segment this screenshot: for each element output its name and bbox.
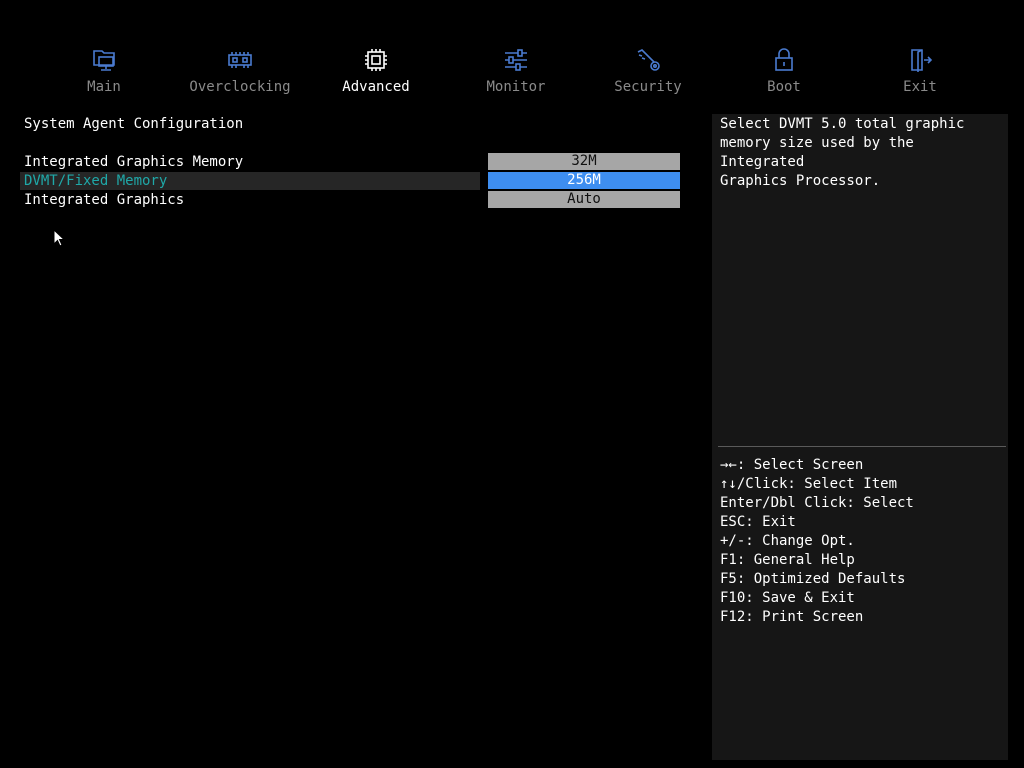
key-icon [634, 46, 662, 74]
tab-overclocking[interactable]: Overclocking [180, 44, 300, 95]
key-hint: F12: Print Screen [720, 609, 864, 625]
key-hint: F10: Save & Exit [720, 590, 855, 606]
mouse-pointer-icon [53, 228, 66, 249]
help-description: Select DVMT 5.0 total graphic memory siz… [720, 116, 965, 189]
key-hint: F1: General Help [720, 552, 855, 568]
key-hint: Enter/Dbl Click: Select [720, 495, 914, 511]
bios-screen: Main Overclocking Advanced Monitor Secur… [0, 0, 1024, 768]
chip-icon [362, 46, 390, 74]
tab-label: Boot [767, 79, 801, 95]
setting-label: DVMT/Fixed Memory [24, 173, 168, 189]
tab-monitor[interactable]: Monitor [456, 44, 576, 95]
tab-boot[interactable]: Boot [724, 44, 844, 95]
help-divider [718, 446, 1006, 447]
door-exit-icon [906, 46, 934, 74]
tab-label: Overclocking [189, 79, 291, 95]
tab-label: Exit [903, 79, 937, 95]
computer-icon [90, 46, 118, 74]
key-hint: F5: Optimized Defaults [720, 571, 906, 587]
setting-value-integrated-graphics[interactable]: Auto [488, 191, 680, 208]
key-hint: →←: Select Screen [720, 457, 864, 473]
tab-main[interactable]: Main [44, 44, 164, 95]
setting-label: Integrated Graphics [24, 192, 185, 208]
tab-advanced[interactable]: Advanced [316, 44, 436, 95]
memory-module-icon [226, 46, 254, 74]
section-title: System Agent Configuration [24, 116, 244, 132]
setting-row-integrated-graphics-memory[interactable]: Integrated Graphics Memory [20, 153, 480, 171]
tab-exit[interactable]: Exit [860, 44, 980, 95]
setting-value-integrated-graphics-memory[interactable]: 32M [488, 153, 680, 170]
help-panel: Select DVMT 5.0 total graphic memory siz… [712, 114, 1008, 760]
lock-icon [770, 46, 798, 74]
setting-value-dvmt-fixed-memory[interactable]: 256M [488, 172, 680, 189]
setting-label: Integrated Graphics Memory [24, 154, 244, 170]
setting-row-dvmt-fixed-memory[interactable]: DVMT/Fixed Memory [20, 172, 480, 190]
key-hint: ↑↓/Click: Select Item [720, 476, 898, 492]
key-hint: +/-: Change Opt. [720, 533, 855, 549]
tab-label: Advanced [342, 79, 410, 95]
tab-label: Main [87, 79, 121, 95]
key-legend: →←: Select Screen ↑↓/Click: Select Item … [720, 456, 1004, 627]
sliders-icon [502, 46, 530, 74]
tab-security[interactable]: Security [588, 44, 708, 95]
setting-row-integrated-graphics[interactable]: Integrated Graphics [20, 191, 480, 209]
top-nav: Main Overclocking Advanced Monitor Secur… [0, 44, 1024, 100]
tab-label: Security [614, 79, 682, 95]
key-hint: ESC: Exit [720, 514, 796, 530]
tab-label: Monitor [486, 79, 546, 95]
